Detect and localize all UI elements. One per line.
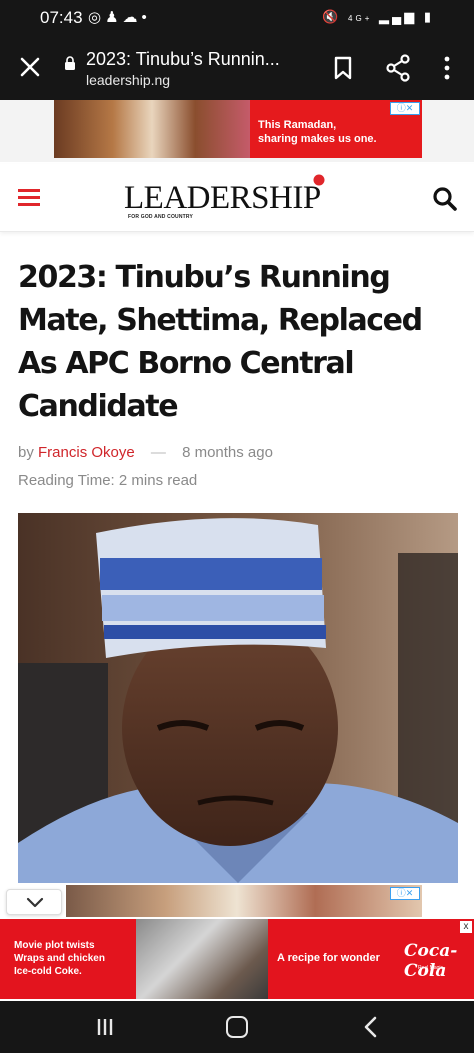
brand-logo: Coca-Cola: [404, 941, 458, 981]
menu-icon[interactable]: [18, 189, 40, 207]
bookmark-icon[interactable]: [333, 56, 353, 80]
article-headline: 2023: Tinubu’s Running Mate, Shettima, R…: [18, 260, 423, 424]
status-bar: 07:43 ◎♟☁• 🔇 4G+ ▂▄▆ ▮: [0, 0, 474, 36]
site-logo[interactable]: LEADERSHIP: [124, 180, 321, 217]
ad-close-button[interactable]: x: [460, 921, 472, 933]
ad-image-strip: [66, 885, 422, 917]
system-nav-bar: [0, 1001, 474, 1053]
mute-icon: 🔇: [322, 9, 342, 24]
ad-choices-badge[interactable]: ⓘ✕: [390, 887, 420, 900]
site-tagline: FOR GOD AND COUNTRY: [128, 214, 194, 220]
dot-icon: •: [141, 9, 151, 26]
by-label: by: [18, 444, 34, 461]
search-icon[interactable]: [432, 186, 458, 212]
network-label: 4G+: [348, 14, 373, 23]
brand-subline: Real Magic: [418, 965, 444, 971]
signal-icon: ▂▄▆: [379, 9, 418, 24]
more-options-icon[interactable]: [438, 54, 456, 82]
close-icon: [20, 57, 40, 77]
status-time: 07:43: [40, 8, 83, 27]
ad-choices-badge[interactable]: ⓘ✕: [390, 102, 420, 115]
back-icon[interactable]: [362, 1015, 380, 1039]
system-icons: 🔇 4G+ ▂▄▆ ▮: [322, 9, 434, 25]
recents-icon[interactable]: [96, 1018, 114, 1036]
page-title: 2023: Tinubu’s Runnin...: [86, 49, 280, 69]
lock-icon: [65, 56, 75, 70]
battery-icon: ▮: [423, 9, 434, 24]
portrait-illustration: [18, 513, 458, 883]
share-icon[interactable]: [386, 54, 410, 82]
ad-left-line1: Movie plot twists: [14, 940, 95, 951]
logo-dot-icon: [313, 174, 325, 186]
ad-text-line2: sharing makes us one.: [258, 133, 377, 145]
article-photo: [18, 513, 458, 883]
top-ad-banner[interactable]: This Ramadan, sharing makes us one. ⓘ✕: [0, 100, 474, 162]
cloud-icon: ☁: [122, 9, 142, 26]
coca-cola-ad[interactable]: Movie plot twists Wraps and chicken Ice-…: [0, 919, 474, 999]
ad-image: [54, 100, 250, 158]
ad-right-text: A recipe for wonder: [277, 952, 380, 964]
ad-left-line2: Wraps and chicken: [14, 953, 105, 964]
article-meta: by Francis Okoye — 8 months ago: [18, 444, 273, 461]
page-domain[interactable]: leadership.ng: [86, 72, 170, 88]
contacts-icon: ♟: [105, 9, 123, 26]
whatsapp-icon: ◎: [88, 9, 106, 26]
home-icon[interactable]: [226, 1016, 248, 1038]
ad-left-line3: Ice-cold Coke.: [14, 966, 82, 977]
ad-text-line1: This Ramadan,: [258, 119, 337, 131]
meta-separator: —: [150, 444, 166, 461]
author-link[interactable]: Francis Okoye: [38, 444, 135, 461]
browser-toolbar: 2023: Tinubu’s Runnin... leadership.ng: [0, 36, 474, 100]
publish-time: 8 months ago: [182, 444, 273, 461]
chevron-down-icon: [26, 897, 44, 908]
close-tab-button[interactable]: [16, 52, 44, 83]
bottom-ad-banner[interactable]: ⓘ✕ Movie plot twists Wraps and chicken I…: [0, 883, 474, 1001]
notification-icons: ◎♟☁•: [88, 8, 151, 26]
ad-photo: [136, 919, 268, 999]
reading-time: Reading Time: 2 mins read: [18, 472, 198, 489]
site-header: LEADERSHIP FOR GOD AND COUNTRY: [0, 164, 474, 232]
collapse-ad-button[interactable]: [6, 889, 62, 915]
